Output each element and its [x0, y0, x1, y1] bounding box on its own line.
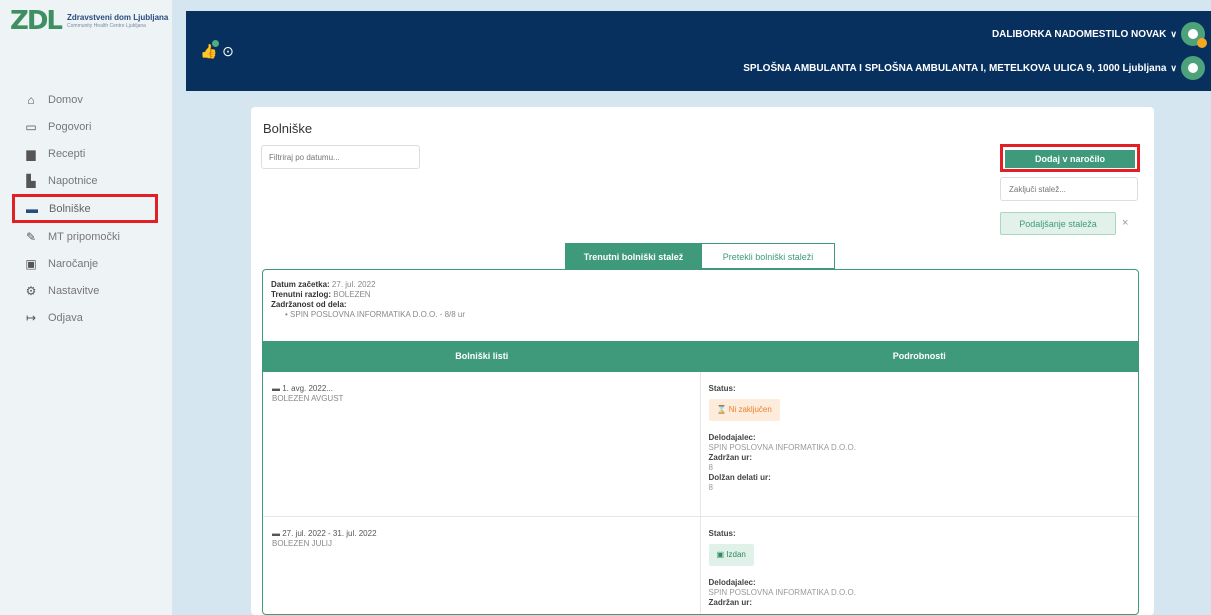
- sidebar-nav: ⌂ Domov ▭ Pogovori ▆ Recepti ▙ Napotnice…: [10, 86, 160, 331]
- help-icon[interactable]: ⊙: [220, 43, 236, 59]
- sidebar-item-label: Pogovori: [48, 120, 92, 133]
- sidebar-item-label: MT pripomočki: [48, 230, 120, 243]
- top-header: 👍 ⊙ DALIBORKA NADOMESTILO NOVAK ∨ SPLOŠN…: [186, 11, 1211, 91]
- sidebar-item-recepti[interactable]: ▆ Recepti: [10, 140, 160, 167]
- status-label: Status:: [708, 529, 736, 538]
- leave-dates: 27. jul. 2022 - 31. jul. 2022: [282, 529, 377, 538]
- table-header: Bolniški listi Podrobnosti: [263, 341, 1138, 372]
- main-card: Bolniške Dodaj v naročilo Podaljšanje st…: [251, 107, 1154, 615]
- sidebar-item-label: Naročanje: [48, 257, 99, 270]
- notification-dot: [212, 40, 219, 47]
- sidebar-item-napotnice[interactable]: ▙ Napotnice: [10, 167, 160, 194]
- tabs: Trenutni bolniški stalež Pretekli bolniš…: [565, 243, 835, 269]
- sick-leave-panel: Datum začetka: 27. jul. 2022 Trenutni ra…: [262, 269, 1139, 615]
- logo-mark: ZDL: [10, 6, 63, 36]
- tab-past-sick-leaves[interactable]: Pretekli bolniški staleži: [702, 243, 835, 269]
- user-name: DALIBORKA NADOMESTILO NOVAK: [991, 28, 1167, 40]
- logo-subtitle: Community Health Centre Ljubljana: [67, 22, 146, 29]
- logo-title: Zdravstveni dom Ljubljana: [67, 12, 169, 22]
- hourglass-icon: ⌛: [716, 405, 729, 414]
- absence-label: Zadržanost od dela:: [271, 300, 347, 309]
- sidebar-item-bolniske[interactable]: ▬ Bolniške: [12, 194, 158, 223]
- chat-icon: ▭: [25, 119, 37, 134]
- employer-label: Delodajalec:: [708, 433, 756, 442]
- tab-current-sick-leave[interactable]: Trenutni bolniški stalež: [565, 243, 702, 269]
- thumbs-up-icon[interactable]: 👍: [200, 40, 219, 59]
- sidebar-item-label: Bolniške: [49, 202, 91, 215]
- employer-value: SPIN POSLOVNA INFORMATIKA D.O.O.: [708, 588, 856, 597]
- start-date-label: Datum začetka:: [271, 280, 330, 289]
- sidebar-item-label: Odjava: [48, 311, 83, 324]
- chevron-down-icon: ∨: [1170, 62, 1177, 73]
- sidebar: ZDL Zdravstveni dom Ljubljana Community …: [0, 0, 172, 615]
- page-title: Bolniške: [263, 121, 313, 136]
- sidebar-item-label: Domov: [48, 93, 83, 106]
- work-hours-label: Dolžan delati ur:: [708, 473, 771, 482]
- prescription-icon: ▆: [26, 146, 36, 161]
- clinic-menu[interactable]: SPLOŠNA AMBULANTA I SPLOŠNA AMBULANTA I,…: [743, 56, 1205, 80]
- tool-icon: ✎: [25, 229, 37, 244]
- sidebar-item-pogovori[interactable]: ▭ Pogovori: [10, 113, 160, 140]
- sidebar-item-mt-pripomocki[interactable]: ✎ MT pripomočki: [10, 223, 160, 250]
- clinic-avatar: [1181, 56, 1205, 80]
- bed-icon: ▬: [26, 201, 38, 216]
- leave-dates: 1. avg. 2022...: [282, 384, 333, 393]
- table-row[interactable]: ▬ 1. avg. 2022... BOLEZEN AVGUST Status:…: [263, 372, 1138, 517]
- sick-leave-summary: Datum začetka: 27. jul. 2022 Trenutni ra…: [271, 280, 466, 319]
- user-menu[interactable]: DALIBORKA NADOMESTILO NOVAK ∨: [991, 22, 1207, 48]
- sidebar-item-label: Napotnice: [48, 174, 98, 187]
- sidebar-item-domov[interactable]: ⌂ Domov: [10, 86, 160, 113]
- add-button-highlight: Dodaj v naročilo: [1000, 144, 1140, 172]
- close-icon[interactable]: ×: [1122, 217, 1128, 229]
- start-date-value: 27. jul. 2022: [331, 280, 376, 289]
- employer-value: SPIN POSLOVNA INFORMATIKA D.O.O.: [708, 443, 856, 452]
- gear-icon: ⚙: [25, 283, 37, 298]
- hours-label: Zadržan ur:: [708, 598, 753, 607]
- column-header: Podrobnosti: [892, 351, 946, 361]
- home-icon: ⌂: [27, 92, 35, 107]
- bed-icon: ▬: [272, 384, 280, 393]
- sidebar-item-label: Nastavitve: [48, 284, 100, 297]
- employer-entry: SPIN POSLOVNA INFORMATIKA D.O.O. - 8/8 u…: [290, 310, 466, 319]
- column-header: Bolniški listi: [455, 351, 509, 361]
- work-hours-value: 8: [708, 483, 713, 492]
- logout-icon: ↦: [25, 310, 37, 325]
- leave-reason: BOLEZEN AVGUST: [272, 394, 344, 403]
- sidebar-item-odjava[interactable]: ↦ Odjava: [10, 304, 160, 331]
- sidebar-item-nastavitve[interactable]: ⚙ Nastavitve: [10, 277, 160, 304]
- bed-icon: ▬: [272, 529, 280, 538]
- status-badge: ⌛ Ni zaključen: [708, 399, 780, 421]
- logo: ZDL Zdravstveni dom Ljubljana Community …: [10, 8, 168, 34]
- status-label: Status:: [708, 384, 736, 393]
- add-to-order-button[interactable]: Dodaj v naročilo: [1005, 150, 1135, 168]
- employer-label: Delodajalec:: [708, 578, 756, 587]
- sidebar-item-narocanje[interactable]: ▣ Naročanje: [10, 250, 160, 277]
- sidebar-item-label: Recepti: [48, 147, 86, 160]
- reason-value: BOLEZEN: [333, 290, 371, 299]
- table-row[interactable]: ▬ 27. jul. 2022 - 31. jul. 2022 BOLEZEN …: [263, 517, 1138, 614]
- referral-icon: ▙: [26, 173, 36, 188]
- avatar: [1181, 22, 1207, 48]
- reason-label: Trenutni razlog:: [271, 290, 331, 299]
- clinic-name: SPLOŠNA AMBULANTA I SPLOŠNA AMBULANTA I,…: [743, 62, 1167, 74]
- hours-label: Zadržan ur:: [708, 453, 753, 462]
- document-icon: ▣: [716, 550, 727, 559]
- date-filter-input[interactable]: [261, 145, 420, 169]
- calendar-icon: ▣: [25, 256, 37, 271]
- close-sick-leave-input[interactable]: [1000, 177, 1138, 201]
- chevron-down-icon: ∨: [1170, 28, 1177, 39]
- hours-value: 8: [708, 463, 713, 472]
- status-badge: ▣ Izdan: [708, 544, 754, 566]
- extend-sick-leave-button[interactable]: Podaljšanje staleža: [1000, 212, 1116, 235]
- leave-reason: BOLEZEN JULIJ: [272, 539, 333, 548]
